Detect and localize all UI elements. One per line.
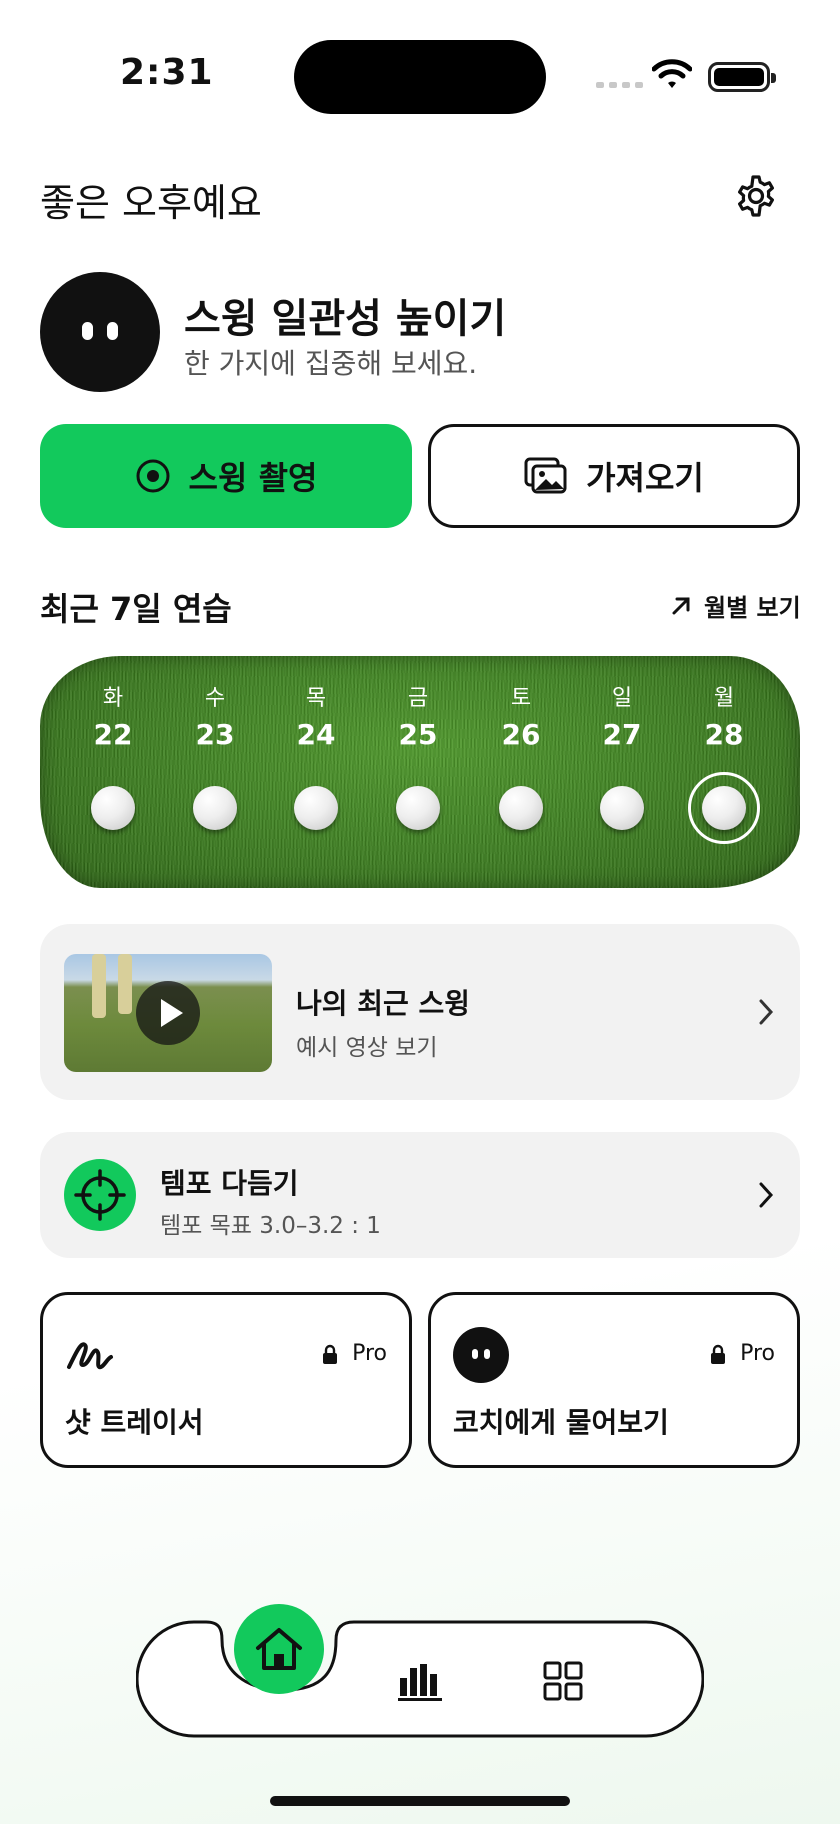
- pro-badge-label: Pro: [352, 1341, 387, 1366]
- day-date: 26: [501, 718, 541, 751]
- import-label: 가져오기: [586, 459, 704, 497]
- home-icon: [256, 1628, 302, 1670]
- tempo-card[interactable]: 템포 다듬기 템포 목표 3.0–3.2 : 1: [40, 1132, 800, 1258]
- wifi-icon: [652, 59, 692, 88]
- golf-ball-icon: [91, 786, 135, 830]
- practice-section-title: 최근 7일 연습: [40, 590, 232, 628]
- day-of-week: 수: [204, 686, 226, 711]
- recent-swing-title: 나의 최근 스윙: [296, 987, 471, 1020]
- golf-ball-icon: [600, 786, 644, 830]
- day-of-week: 일: [611, 686, 633, 711]
- day-of-week: 목: [305, 686, 327, 711]
- greeting-title: 좋은 오후예요: [40, 181, 262, 225]
- gear-icon[interactable]: [734, 174, 778, 218]
- record-icon: [136, 459, 170, 493]
- recent-swing-subtitle: 예시 영상 보기: [296, 1035, 438, 1061]
- chevron-right-icon: [759, 999, 774, 1025]
- golf-ball-icon: [499, 786, 543, 830]
- golf-ball-icon: [702, 786, 746, 830]
- dynamic-island: [294, 40, 546, 114]
- play-icon[interactable]: [136, 981, 200, 1045]
- monthly-view-label: 월별 보기: [704, 594, 801, 622]
- shot-tracer-tile[interactable]: Pro 샷 트레이서: [40, 1292, 412, 1468]
- pro-badge: Pro: [710, 1341, 775, 1366]
- status-time: 2:31: [120, 52, 214, 93]
- swing-video-thumbnail[interactable]: [64, 954, 272, 1072]
- golf-ball-icon: [193, 786, 237, 830]
- tab-stats[interactable]: [396, 1660, 444, 1702]
- import-button[interactable]: 가져오기: [428, 424, 800, 528]
- tab-more[interactable]: [542, 1660, 584, 1702]
- monthly-view-link[interactable]: 월별 보기: [670, 588, 801, 623]
- lock-icon: [711, 1344, 726, 1364]
- goal-subtitle: 한 가지에 집중해 보세요.: [184, 347, 478, 380]
- day-date: 23: [195, 718, 235, 751]
- day-date: 27: [602, 718, 642, 751]
- coach-avatar: [40, 272, 160, 392]
- coach-avatar-icon: [453, 1327, 509, 1383]
- golf-ball-icon: [294, 786, 338, 830]
- day-date: 22: [93, 718, 133, 751]
- battery-icon: [708, 62, 776, 92]
- chevron-right-icon: [759, 1182, 774, 1208]
- day-date: 25: [398, 718, 438, 751]
- day-date: 24: [296, 718, 336, 751]
- tempo-subtitle: 템포 목표 3.0–3.2 : 1: [160, 1213, 381, 1239]
- record-swing-label: 스윙 촬영: [188, 459, 318, 497]
- pro-badge-label: Pro: [740, 1341, 775, 1366]
- crosshair-icon: [64, 1159, 136, 1231]
- record-swing-button[interactable]: 스윙 촬영: [40, 424, 412, 528]
- day-of-week: 금: [407, 686, 429, 711]
- tempo-title: 템포 다듬기: [160, 1167, 299, 1200]
- lock-icon: [323, 1344, 338, 1364]
- day-of-week: 월: [713, 686, 735, 711]
- photos-icon: [524, 457, 567, 494]
- day-of-week: 토: [510, 686, 532, 711]
- arrow-up-right-icon: [672, 597, 690, 614]
- recent-swing-card[interactable]: 나의 최근 스윙 예시 영상 보기: [40, 924, 800, 1100]
- home-indicator: [270, 1796, 570, 1806]
- day-date: 28: [704, 718, 744, 751]
- cellular-signal-icon: [596, 82, 643, 88]
- shot-tracer-label: 샷 트레이서: [65, 1406, 204, 1439]
- tab-home[interactable]: [234, 1604, 324, 1694]
- pro-badge: Pro: [322, 1341, 387, 1366]
- day-of-week: 화: [102, 686, 124, 711]
- weekly-practice-turf: 화 22 수 23 목 24 금 25 토 26 일 27 월 28: [40, 656, 800, 888]
- ask-coach-label: 코치에게 물어보기: [453, 1406, 669, 1439]
- scribble-icon: [67, 1342, 113, 1370]
- golf-ball-icon: [396, 786, 440, 830]
- ask-coach-tile[interactable]: Pro 코치에게 물어보기: [428, 1292, 800, 1468]
- goal-title: 스윙 일관성 높이기: [184, 296, 507, 342]
